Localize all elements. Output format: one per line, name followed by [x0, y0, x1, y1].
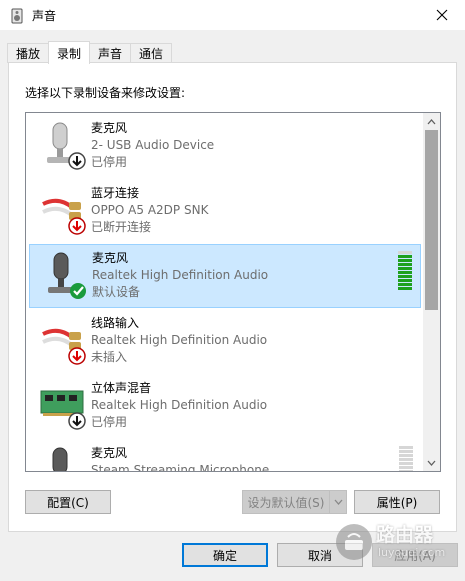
device-status: 已停用 — [91, 415, 128, 429]
level-meter — [398, 251, 412, 291]
device-item[interactable]: 线路输入 Realtek High Definition Audio 未插入 — [29, 310, 421, 374]
scroll-thumb[interactable] — [425, 130, 438, 310]
device-name: 麦克风 — [92, 251, 129, 265]
tab-recording[interactable]: 录制 — [48, 41, 91, 64]
window-title: 声音 — [32, 9, 57, 23]
meter-segment — [398, 263, 412, 266]
meter-segment — [399, 450, 413, 453]
scroll-up-button[interactable] — [423, 113, 440, 130]
device-name: 麦克风 — [91, 121, 128, 135]
properties-button[interactable]: 属性(P) — [354, 490, 440, 514]
meter-segment — [398, 271, 412, 274]
device-description: 2- USB Audio Device — [91, 138, 215, 152]
chevron-down-icon — [334, 499, 342, 505]
meter-segment — [398, 255, 412, 258]
device-item-selected[interactable]: 麦克风 Realtek High Definition Audio 默认设备 — [29, 244, 421, 308]
device-name: 麦克风 — [91, 446, 128, 460]
meter-segment — [398, 287, 412, 290]
ok-button[interactable]: 确定 — [182, 543, 268, 567]
meter-segment — [398, 267, 412, 270]
meter-segment — [399, 470, 413, 471]
close-icon — [436, 9, 448, 21]
meter-segment — [398, 251, 412, 254]
recording-panel: 选择以下录制设备来修改设置: 麦克风 2- USB Audio Device 已… — [8, 62, 457, 532]
set-default-dropdown[interactable] — [329, 490, 347, 514]
microphone-icon — [52, 447, 68, 471]
sound-card-icon — [40, 390, 86, 430]
device-item[interactable]: 蓝牙连接 OPPO A5 A2DP SNK 已断开连接 — [29, 180, 421, 244]
tab-sounds[interactable]: 声音 — [89, 43, 132, 63]
meter-segment — [399, 446, 413, 449]
device-item[interactable]: 麦克风 2- USB Audio Device 已停用 — [29, 115, 421, 179]
device-status: 未插入 — [91, 350, 128, 364]
instruction-text: 选择以下录制设备来修改设置: — [25, 86, 186, 100]
meter-segment — [399, 462, 413, 465]
configure-button[interactable]: 配置(C) — [25, 490, 111, 514]
chevron-down-icon — [427, 460, 436, 466]
meter-segment — [398, 283, 412, 286]
microphone-icon — [47, 122, 86, 170]
device-status: 默认设备 — [92, 285, 141, 299]
device-item[interactable]: 立体声混音 Realtek High Definition Audio 已停用 — [29, 375, 421, 439]
rca-cable-icon — [42, 328, 86, 365]
tab-bar: 播放 录制 声音 通信 — [7, 41, 173, 64]
device-status: 已断开连接 — [91, 220, 152, 234]
meter-segment — [398, 279, 412, 282]
device-name: 立体声混音 — [91, 381, 152, 395]
tab-playback[interactable]: 播放 — [7, 43, 50, 63]
device-name: 蓝牙连接 — [91, 186, 140, 200]
device-description: Steam Streaming Microphone — [91, 463, 270, 471]
device-item[interactable]: 麦克风 Steam Streaming Microphone — [29, 440, 421, 471]
microphone-icon — [48, 252, 86, 299]
cancel-button[interactable]: 取消 — [277, 543, 363, 567]
rca-cable-icon — [42, 198, 86, 235]
meter-segment — [399, 454, 413, 457]
meter-segment — [399, 458, 413, 461]
set-default-button[interactable]: 设为默认值(S) — [242, 490, 330, 514]
meter-segment — [399, 466, 413, 469]
device-description: Realtek High Definition Audio — [92, 268, 269, 282]
device-name: 线路输入 — [91, 316, 140, 330]
device-description: Realtek High Definition Audio — [91, 333, 268, 347]
level-meter — [399, 446, 413, 471]
device-description: Realtek High Definition Audio — [91, 398, 268, 412]
meter-segment — [398, 259, 412, 262]
scroll-down-button[interactable] — [423, 454, 440, 471]
title-bar: 声音 — [0, 0, 465, 30]
vertical-scrollbar[interactable] — [423, 113, 440, 471]
apply-button[interactable]: 应用(A) — [372, 543, 458, 567]
default-check-icon — [70, 283, 86, 299]
close-button[interactable] — [419, 0, 465, 30]
device-list[interactable]: 麦克风 2- USB Audio Device 已停用 蓝牙连接 OPPO A5… — [25, 112, 441, 472]
chevron-up-icon — [427, 118, 436, 124]
device-status: 已停用 — [91, 155, 128, 169]
speaker-icon — [11, 8, 23, 24]
meter-segment — [398, 275, 412, 278]
device-description: OPPO A5 A2DP SNK — [91, 203, 209, 217]
tab-communications[interactable]: 通信 — [130, 43, 173, 63]
